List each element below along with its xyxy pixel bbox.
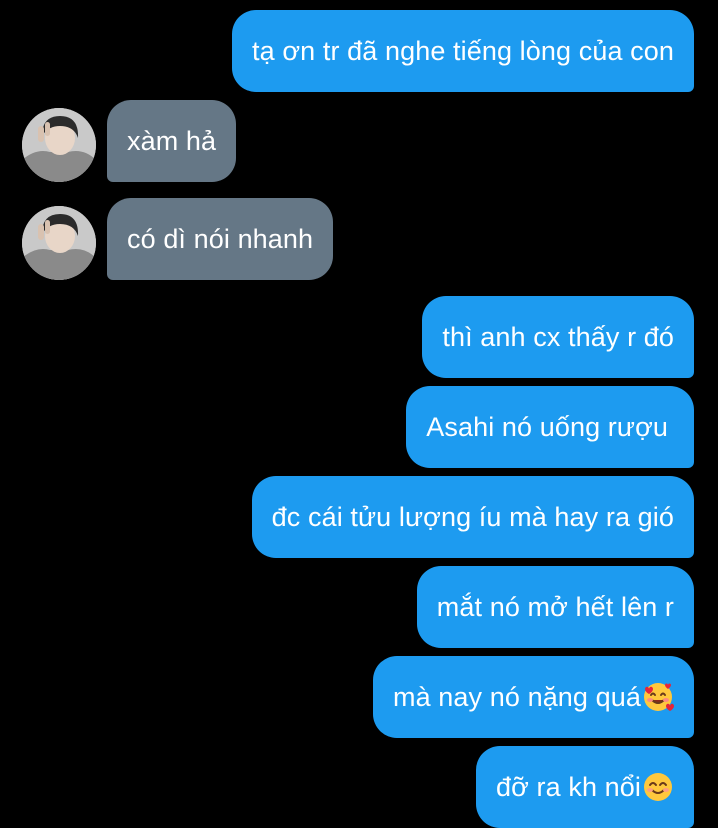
smiling-face-with-smiling-eyes-icon bbox=[642, 771, 674, 803]
outgoing-message-bubble[interactable]: mà nay nó nặng quá bbox=[373, 656, 694, 738]
message-text: tạ ơn tr đã nghe tiếng lòng của con bbox=[252, 35, 674, 66]
avatar[interactable] bbox=[22, 206, 96, 280]
outgoing-message-bubble[interactable]: Asahi nó uống rượu bbox=[406, 386, 694, 468]
avatar-photo-icon bbox=[22, 108, 96, 182]
conversation-thread: tạ ơn tr đã nghe tiếng lòng của con xàm … bbox=[0, 0, 718, 828]
avatar-photo-icon bbox=[22, 206, 96, 280]
message-text: xàm hả bbox=[127, 125, 217, 156]
outgoing-message-bubble[interactable]: mắt nó mở hết lên r bbox=[416, 566, 694, 648]
smiling-face-with-hearts-icon bbox=[642, 681, 674, 713]
message-text: mà nay nó nặng quá bbox=[393, 681, 641, 712]
avatar[interactable] bbox=[22, 108, 96, 182]
outgoing-message-bubble[interactable]: thì anh cx thấy r đó bbox=[422, 296, 694, 378]
message-text: Asahi nó uống rượu bbox=[426, 411, 668, 442]
message-text: mắt nó mở hết lên r bbox=[436, 591, 674, 622]
outgoing-message-bubble[interactable]: tạ ơn tr đã nghe tiếng lòng của con bbox=[232, 10, 694, 92]
message-text: thì anh cx thấy r đó bbox=[442, 321, 674, 352]
outgoing-message-bubble[interactable]: đc cái tửu lượng íu mà hay ra gió bbox=[251, 476, 694, 558]
message-text: có dì nói nhanh bbox=[127, 223, 314, 254]
message-text: đỡ ra kh nổi bbox=[496, 771, 641, 802]
incoming-message-bubble[interactable]: xàm hả bbox=[107, 100, 237, 182]
message-text: đc cái tửu lượng íu mà hay ra gió bbox=[271, 501, 674, 532]
incoming-message-bubble[interactable]: có dì nói nhanh bbox=[107, 198, 334, 280]
